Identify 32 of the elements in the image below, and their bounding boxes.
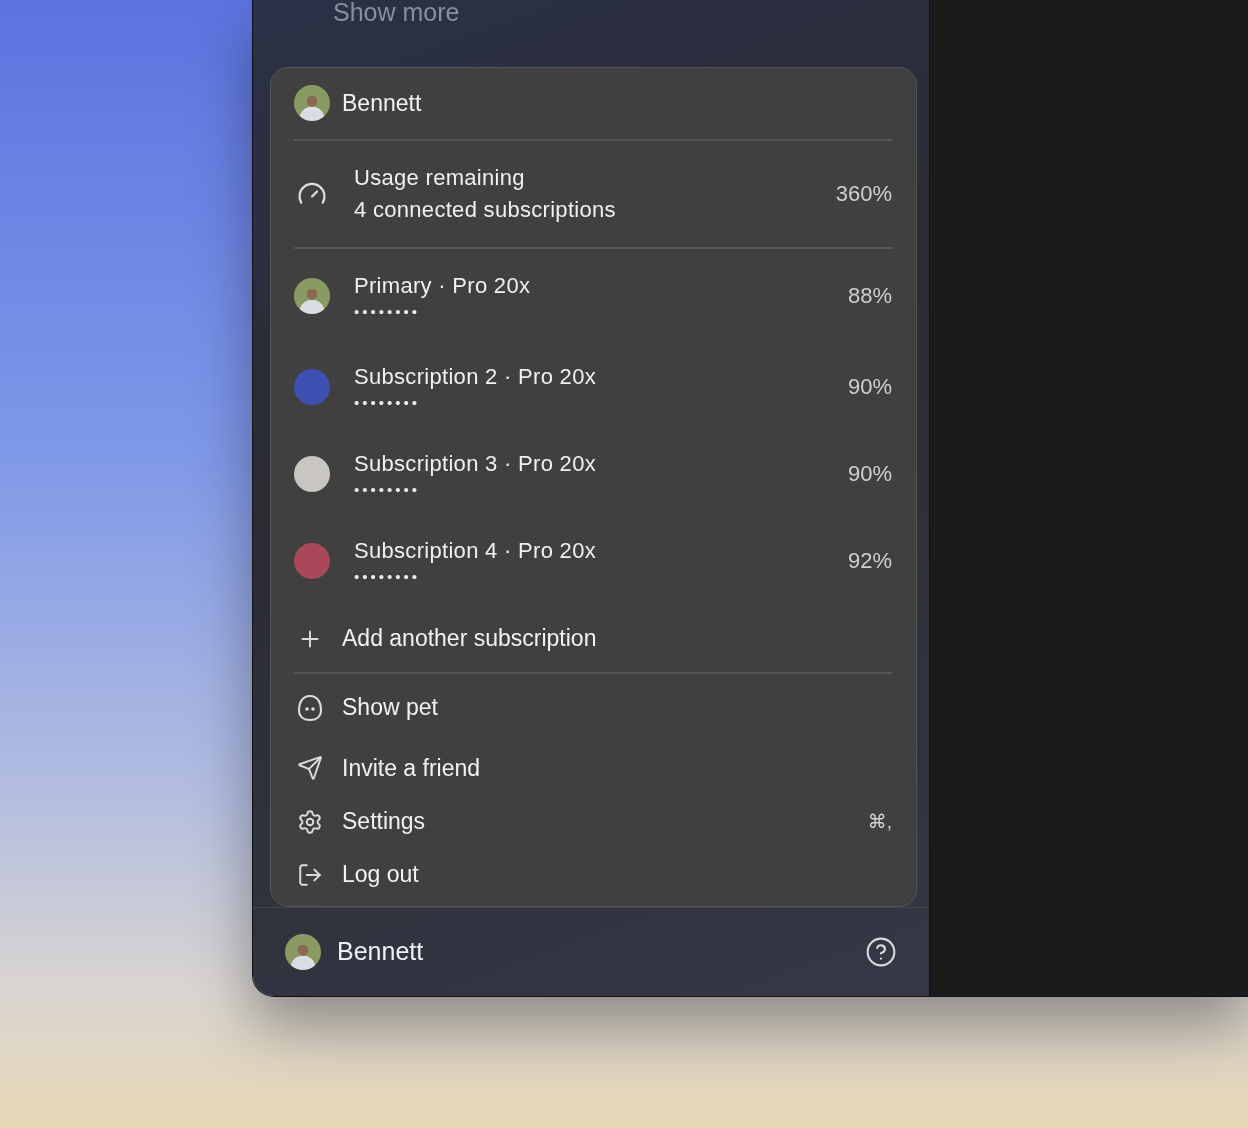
subscription-name[interactable]: Subscription 3 · Pro 20x: [354, 450, 824, 477]
avatar: [285, 933, 321, 970]
add-subscription-item[interactable]: Add another subscription: [342, 625, 892, 652]
subscription-percent: 90%: [847, 374, 892, 401]
menu-item[interactable]: Log out: [342, 861, 892, 889]
menu-item[interactable]: Invite a friend: [342, 754, 892, 782]
paper-plane-icon: [297, 755, 323, 782]
user-name[interactable]: Bennett: [337, 937, 849, 967]
subscription-percent: 88%: [847, 283, 892, 310]
masked-account: ••••••••: [354, 480, 421, 498]
keyboard-shortcut: ⌘,: [867, 810, 892, 834]
show-more-link[interactable]: Show more: [333, 0, 460, 27]
masked-account: ••••••••: [354, 302, 421, 320]
pet-face-icon: [297, 693, 323, 722]
subscription-percent: 92%: [847, 548, 892, 575]
log-out-icon: [297, 861, 323, 888]
user-name: Bennett: [342, 89, 422, 117]
usage-title: Usage remaining: [354, 164, 526, 191]
masked-account: ••••••••: [354, 567, 421, 585]
usage-percent: 360%: [835, 180, 892, 207]
subscription-name[interactable]: Subscription 4 · Pro 20x: [354, 537, 824, 564]
subscription-name[interactable]: Subscription 2 · Pro 20x: [354, 363, 824, 390]
subscription-percent: 90%: [847, 461, 892, 488]
menu-item[interactable]: Settings: [342, 808, 852, 836]
masked-account: ••••••••: [354, 393, 421, 411]
help-icon[interactable]: [865, 935, 897, 968]
settings-icon: [297, 808, 323, 835]
avatar: [294, 278, 330, 315]
menu-item[interactable]: Show pet: [342, 694, 892, 722]
avatar: [294, 85, 330, 122]
usage-subtitle: 4 connected subscriptions: [354, 196, 617, 223]
subscription-name[interactable]: Primary · Pro 20x: [354, 272, 824, 299]
